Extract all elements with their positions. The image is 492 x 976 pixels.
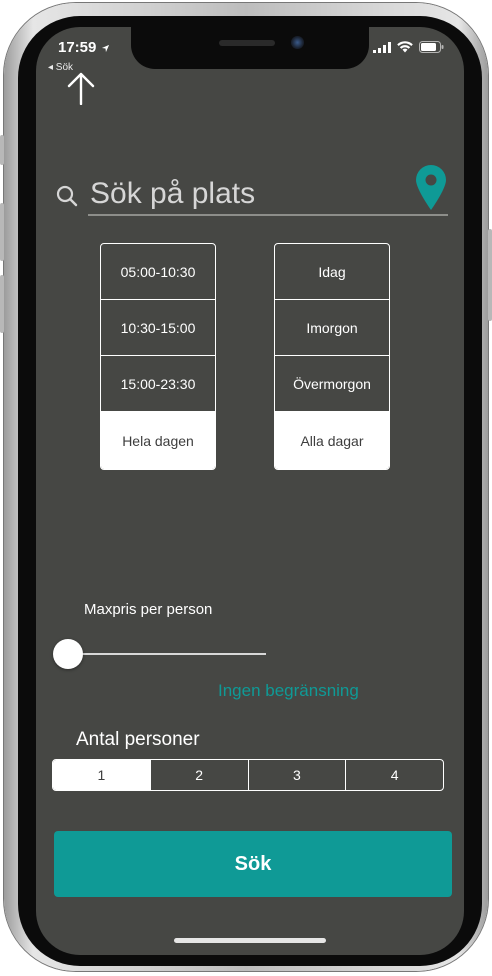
persons-label: Antal personer bbox=[76, 729, 200, 750]
day-option[interactable]: Idag bbox=[275, 244, 389, 300]
persons-option-1[interactable]: 1 bbox=[53, 760, 151, 790]
max-price-value: Ingen begränsning bbox=[218, 681, 359, 700]
price-slider-track[interactable] bbox=[68, 653, 266, 655]
day-option[interactable]: Imorgon bbox=[275, 300, 389, 356]
volume-up-button bbox=[0, 203, 4, 261]
search-button[interactable]: Sök bbox=[54, 831, 452, 897]
signal-icon bbox=[373, 41, 391, 53]
wifi-icon bbox=[397, 41, 413, 53]
day-selector: Idag Imorgon Övermorgon Alla dagar bbox=[274, 243, 390, 470]
time-slot-selector: 05:00-10:30 10:30-15:00 15:00-23:30 Hela… bbox=[100, 243, 216, 470]
persons-option-3[interactable]: 3 bbox=[249, 760, 347, 790]
persons-option-4[interactable]: 4 bbox=[346, 760, 443, 790]
time-option[interactable]: 10:30-15:00 bbox=[101, 300, 215, 356]
power-button bbox=[488, 229, 492, 321]
time-option[interactable]: 15:00-23:30 bbox=[101, 356, 215, 412]
search-underline bbox=[88, 214, 448, 216]
front-camera bbox=[291, 36, 304, 49]
max-price-label: Maxpris per person bbox=[84, 601, 213, 618]
time-option[interactable]: 05:00-10:30 bbox=[101, 244, 215, 300]
location-arrow-icon bbox=[101, 44, 109, 52]
app-screen: 17:59 ◂ Sök Sök på plats 05:00-10:30 10:… bbox=[36, 27, 464, 955]
persons-selector: 1 2 3 4 bbox=[52, 759, 444, 791]
status-icons bbox=[373, 41, 444, 53]
up-arrow-icon bbox=[67, 72, 95, 106]
search-input[interactable] bbox=[88, 173, 422, 215]
price-slider-thumb[interactable] bbox=[53, 639, 83, 669]
time-option-selected[interactable]: Hela dagen bbox=[101, 412, 215, 469]
location-pin-icon[interactable] bbox=[414, 165, 448, 211]
speaker-grille bbox=[219, 40, 275, 46]
search-row bbox=[56, 165, 448, 223]
notch bbox=[131, 27, 369, 69]
search-icon bbox=[56, 185, 78, 207]
home-indicator[interactable] bbox=[174, 938, 326, 943]
battery-icon bbox=[419, 41, 444, 53]
persons-option-2[interactable]: 2 bbox=[151, 760, 249, 790]
day-option-selected[interactable]: Alla dagar bbox=[275, 412, 389, 469]
status-time: 17:59 bbox=[58, 39, 110, 56]
silent-switch bbox=[0, 135, 4, 165]
phone-frame: 17:59 ◂ Sök Sök på plats 05:00-10:30 10:… bbox=[0, 3, 492, 971]
volume-down-button bbox=[0, 275, 4, 333]
up-arrow-button[interactable] bbox=[66, 71, 96, 110]
day-option[interactable]: Övermorgon bbox=[275, 356, 389, 412]
